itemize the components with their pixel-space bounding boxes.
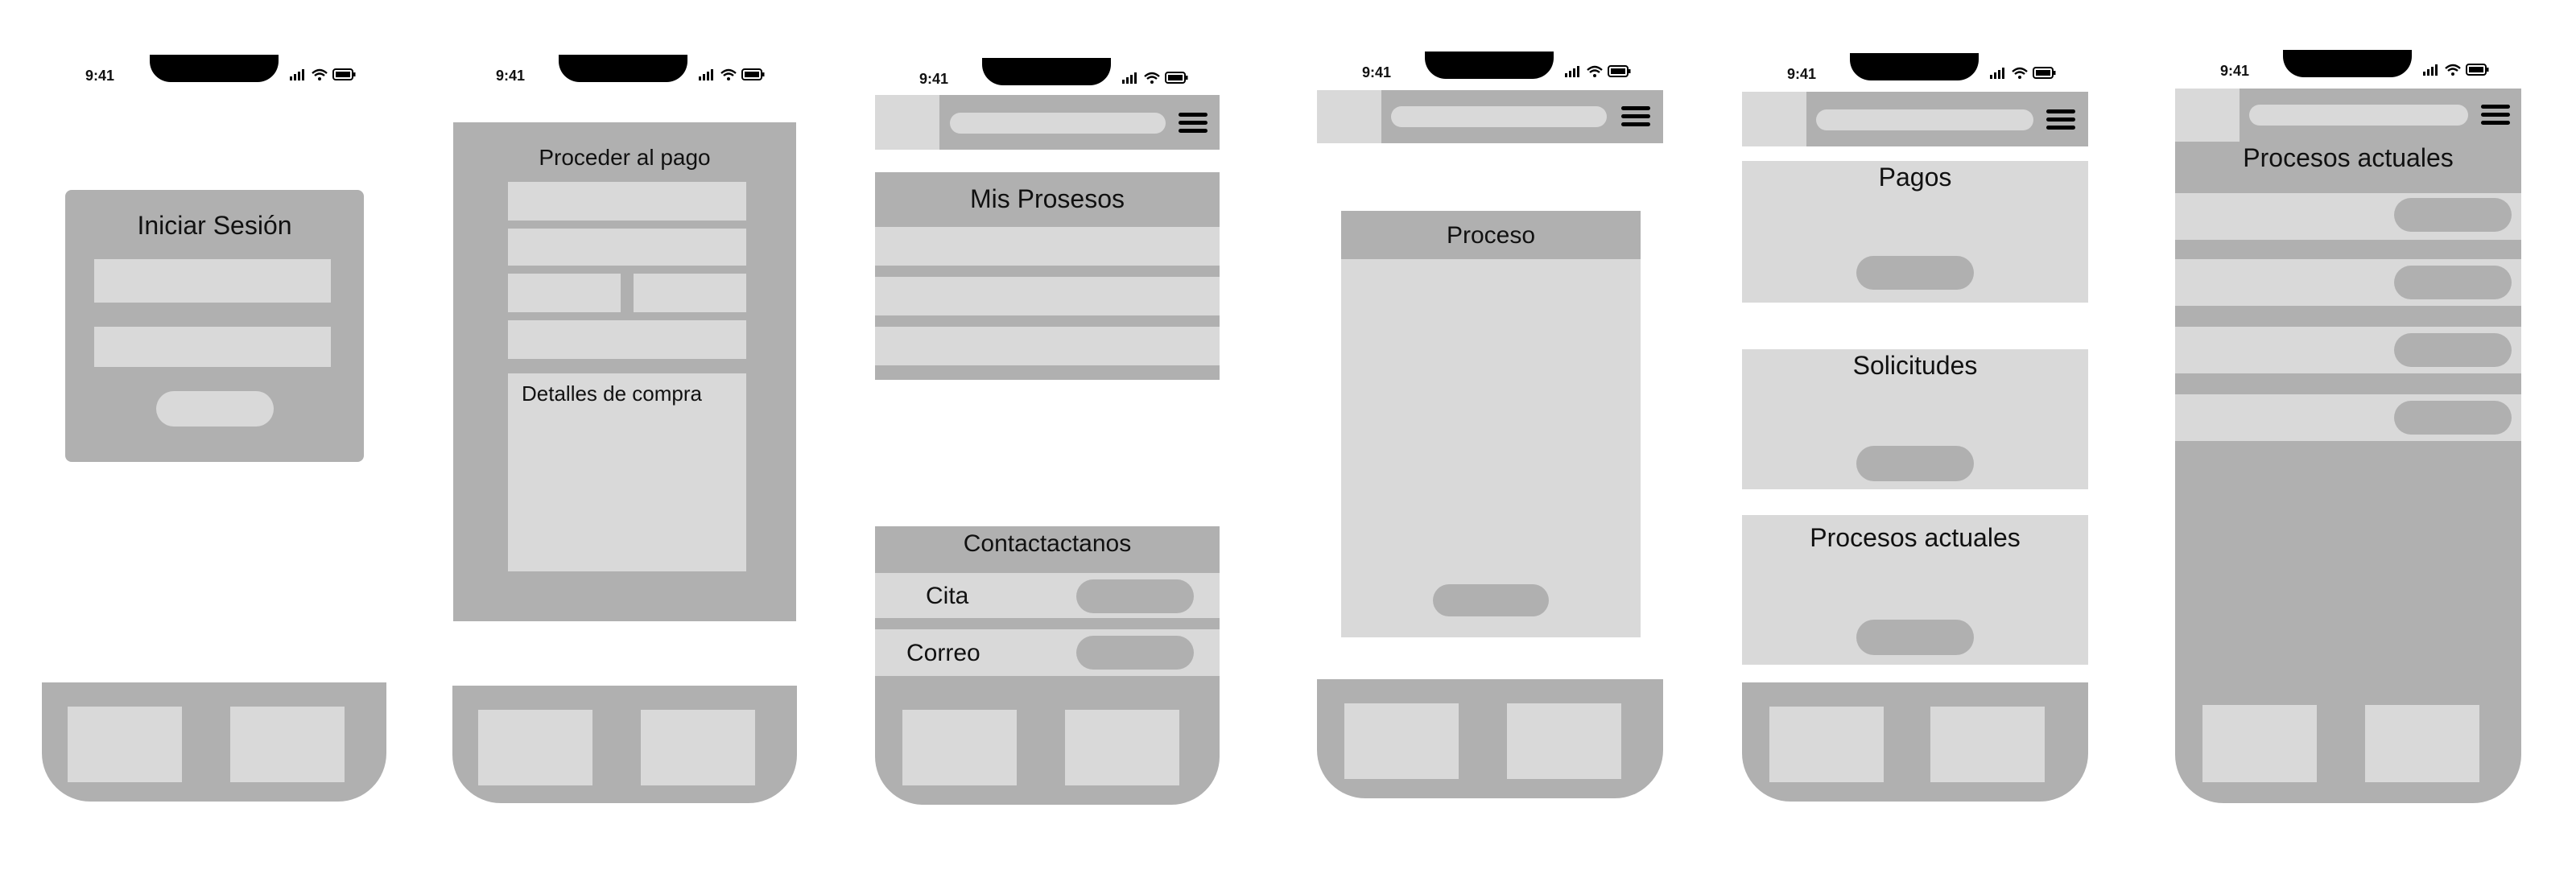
bottom-nav: [452, 686, 797, 803]
process-action-button[interactable]: [1433, 584, 1549, 616]
process-row-4-button[interactable]: [2394, 401, 2512, 435]
hamburger-menu-icon[interactable]: [1177, 111, 1209, 135]
battery-icon: [741, 68, 765, 80]
requests-button[interactable]: [1856, 446, 1974, 481]
nav-tab-1[interactable]: [68, 707, 182, 782]
device-notch: [2283, 50, 2412, 77]
nav-tab-1[interactable]: [2202, 705, 2317, 782]
wifi-icon: [2445, 64, 2461, 76]
email-button[interactable]: [1076, 636, 1194, 670]
battery-icon: [1608, 65, 1631, 77]
payments-card-title: Pagos: [1878, 163, 1952, 192]
hamburger-menu-icon[interactable]: [2479, 103, 2512, 127]
device-notch: [1850, 53, 1979, 80]
process-row-1-button[interactable]: [2394, 198, 2512, 232]
signal-icon: [1565, 66, 1579, 77]
process-row-1[interactable]: [875, 227, 1220, 266]
wifi-icon: [1144, 72, 1160, 84]
username-input[interactable]: [94, 259, 331, 303]
wifi-icon: [2012, 67, 2028, 79]
current-processes-card-title: Procesos actuales: [1810, 523, 2021, 552]
battery-icon: [2033, 67, 2056, 79]
logo-placeholder: [1317, 90, 1381, 143]
process-row-3[interactable]: [875, 327, 1220, 365]
status-icons: [699, 68, 765, 80]
bottom-nav: [1742, 682, 2088, 802]
signal-icon: [290, 69, 304, 80]
requests-card-title: Solicitudes: [1852, 351, 1978, 380]
search-input[interactable]: [2249, 105, 2468, 126]
contact-title: Contactactanos: [963, 530, 1132, 557]
process-row-2-button[interactable]: [2394, 266, 2512, 299]
status-icons: [2423, 64, 2489, 76]
card-name-input[interactable]: [508, 182, 746, 220]
status-time: 9:41: [2220, 63, 2250, 79]
nav-tab-1[interactable]: [1344, 703, 1459, 779]
status-time: 9:41: [85, 68, 115, 84]
signal-icon: [699, 69, 713, 80]
process-row-2[interactable]: [875, 277, 1220, 315]
payment-title: Proceder al pago: [539, 145, 711, 170]
payments-button[interactable]: [1856, 256, 1974, 290]
process-row-3-button[interactable]: [2394, 333, 2512, 367]
purchase-details-label: Detalles de compra: [522, 381, 702, 406]
nav-tab-1[interactable]: [902, 710, 1017, 785]
device-notch: [1425, 52, 1554, 79]
nav-tab-2[interactable]: [2365, 705, 2479, 782]
hamburger-menu-icon[interactable]: [1620, 105, 1652, 129]
nav-tab-2[interactable]: [641, 710, 755, 785]
process-title: Proceso: [1446, 222, 1536, 249]
appointment-button[interactable]: [1076, 579, 1194, 613]
logo-placeholder: [2175, 89, 2240, 142]
card-number-input[interactable]: [508, 229, 746, 266]
my-processes-title: Mis Prosesos: [969, 184, 1125, 213]
battery-icon: [1165, 72, 1188, 84]
status-icons: [1565, 65, 1631, 77]
bottom-nav: [875, 679, 1220, 805]
address-input[interactable]: [508, 320, 746, 359]
signal-icon: [2423, 64, 2438, 76]
nav-tab-1[interactable]: [478, 710, 592, 785]
wifi-icon: [1587, 65, 1603, 77]
signal-icon: [1122, 72, 1137, 84]
status-time: 9:41: [496, 68, 526, 84]
wifi-icon: [720, 68, 737, 80]
hamburger-menu-icon[interactable]: [2045, 108, 2077, 132]
contact-label-appointment: Cita: [926, 583, 969, 609]
process-body: [1341, 259, 1641, 637]
nav-tab-2[interactable]: [1065, 710, 1179, 785]
password-input[interactable]: [94, 327, 331, 367]
status-time: 9:41: [1787, 66, 1817, 82]
signal-icon: [1990, 68, 2004, 79]
wifi-icon: [312, 68, 328, 80]
bottom-nav: [42, 682, 386, 802]
logo-placeholder: [875, 95, 939, 150]
search-input[interactable]: [1816, 109, 2033, 130]
cvv-input[interactable]: [634, 274, 746, 312]
nav-tab-1[interactable]: [1769, 707, 1884, 782]
expiry-input[interactable]: [508, 274, 621, 312]
status-icons: [290, 68, 356, 80]
battery-icon: [2466, 64, 2489, 76]
device-notch: [559, 55, 687, 82]
bottom-nav: [1317, 679, 1663, 798]
current-processes-title: Procesos actuales: [2243, 143, 2454, 172]
login-title: Iniciar Sesión: [137, 211, 292, 240]
search-input[interactable]: [1391, 106, 1607, 127]
battery-icon: [332, 68, 356, 80]
search-input[interactable]: [950, 113, 1166, 134]
status-time: 9:41: [919, 71, 949, 87]
nav-tab-2[interactable]: [230, 707, 345, 782]
login-button[interactable]: [156, 391, 274, 427]
nav-tab-2[interactable]: [1930, 707, 2045, 782]
current-processes-button[interactable]: [1856, 620, 1974, 655]
device-notch: [150, 55, 279, 82]
contact-label-email: Correo: [906, 640, 980, 666]
nav-tab-2[interactable]: [1507, 703, 1621, 779]
logo-placeholder: [1742, 92, 1806, 146]
device-notch: [982, 58, 1111, 85]
status-icons: [1122, 72, 1188, 84]
status-icons: [1990, 67, 2056, 79]
status-time: 9:41: [1362, 64, 1392, 80]
